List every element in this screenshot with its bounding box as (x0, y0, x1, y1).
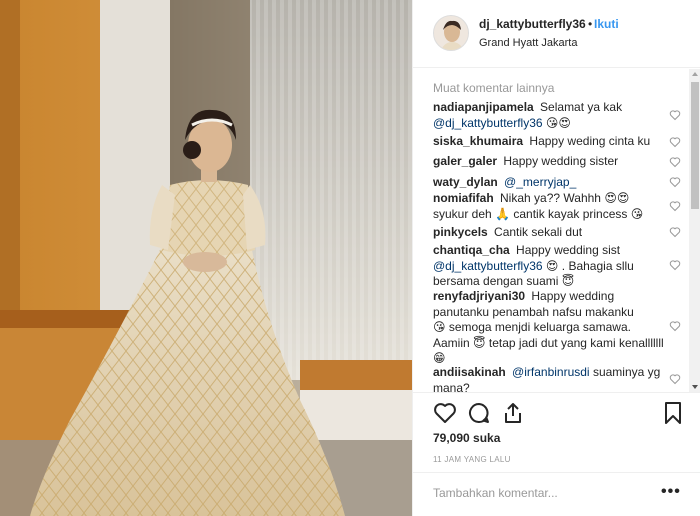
bookmark-icon[interactable] (661, 401, 685, 425)
comment-text-continued: syukur deh (433, 206, 492, 221)
comment-item: nomiafifah Nikah ya?? Wahhh 😍😍 syukur de… (433, 191, 669, 222)
comment-text-continued: tetap jadi dut yang kami kenalllllll (488, 335, 664, 350)
comment-item: chantiqa_cha Happy wedding sist @dj_katt… (433, 243, 669, 290)
comment-bubble-icon[interactable] (467, 401, 491, 425)
like-comment-heart-icon[interactable] (669, 176, 681, 188)
comment-user[interactable]: siska_khumaira (433, 134, 523, 148)
like-comment-heart-icon[interactable] (669, 136, 681, 148)
load-more-comments[interactable]: Muat komentar lainnya (433, 81, 554, 95)
comment-user[interactable]: galer_galer (433, 154, 497, 168)
avatar-image (434, 16, 468, 50)
comment-user[interactable]: chantiqa_cha (433, 243, 510, 257)
post-header: dj_kattybutterfly36 • Ikuti Grand Hyatt … (413, 0, 700, 68)
comment-user[interactable]: pinkycels (433, 225, 488, 239)
comment-text: Happy wedding sister (503, 154, 619, 168)
comment-user[interactable]: andiisakinah (433, 365, 506, 379)
share-icon[interactable] (501, 401, 525, 425)
emoji-icon: 😘 (433, 320, 446, 334)
comment-user[interactable]: nadiapanjipamela (433, 100, 534, 114)
comment-mention[interactable]: @dj_kattybutterfly36 (433, 116, 543, 130)
comment-user[interactable]: waty_dylan (433, 175, 498, 189)
like-comment-heart-icon[interactable] (669, 320, 681, 332)
like-comment-heart-icon[interactable] (669, 109, 681, 121)
comment-item: pinkycels Cantik sekali dut (433, 225, 669, 241)
comments-scrollbar[interactable] (689, 69, 700, 392)
comment-text: Cantik sekali dut (494, 225, 583, 239)
comment-user[interactable]: nomiafifah (433, 191, 494, 205)
comment-item: waty_dylan @_merryjap_ (433, 175, 669, 191)
emoji-icon: 😘 (630, 206, 644, 221)
like-comment-heart-icon[interactable] (669, 259, 681, 271)
emoji-icon: 😘😍 (545, 115, 571, 130)
avatar[interactable] (433, 15, 469, 51)
emoji-icon: 😇 (561, 274, 575, 288)
emoji-icon: 🙏 (495, 206, 510, 221)
scroll-down-arrow-icon[interactable] (692, 385, 698, 389)
follow-button[interactable]: Ikuti (594, 17, 619, 31)
comment-user[interactable]: renyfadjriyani30 (433, 289, 525, 303)
wedding-dress-photo (0, 0, 412, 516)
likes-count[interactable]: 79,090 suka (433, 431, 500, 445)
scroll-up-arrow-icon[interactable] (692, 72, 698, 76)
comment-mention[interactable]: @dj_kattybutterfly36 (433, 259, 543, 273)
comment-text: Happy weding cinta ku (529, 134, 651, 148)
comment-text: Nikah ya?? Wahhh (500, 191, 601, 205)
comment-item: renyfadjriyani30 Happy wedding panutanku… (433, 289, 669, 367)
comment-mention[interactable]: @irfanbinrusdi (512, 365, 590, 379)
comment-item: andiisakinah @irfanbinrusdi suaminya yg … (433, 365, 669, 392)
post-timestamp: 11 JAM YANG LALU (433, 455, 511, 464)
post-location[interactable]: Grand Hyatt Jakarta (479, 37, 577, 49)
emoji-icon: 😁 (433, 351, 446, 365)
like-comment-heart-icon[interactable] (669, 200, 681, 212)
comment-text-continued: cantik kayak princess (513, 206, 628, 221)
add-comment-bar: ••• (413, 472, 700, 516)
comment-item: siska_khumaira Happy weding cinta ku (433, 134, 669, 150)
like-comment-heart-icon[interactable] (669, 156, 681, 168)
like-heart-icon[interactable] (433, 401, 457, 425)
comment-text: Happy wedding sist (516, 243, 621, 257)
post-photo[interactable] (0, 0, 412, 516)
scroll-thumb[interactable] (691, 82, 699, 209)
post-sidebar: dj_kattybutterfly36 • Ikuti Grand Hyatt … (412, 0, 700, 516)
follow-separator: • (588, 17, 593, 31)
comment-item: galer_galer Happy wedding sister (433, 154, 669, 170)
emoji-icon: 😇 (473, 335, 486, 350)
post-actions: 79,090 suka 11 JAM YANG LALU (413, 392, 700, 472)
post-username[interactable]: dj_kattybutterfly36 (479, 17, 586, 31)
more-options-button[interactable]: ••• (661, 484, 681, 500)
emoji-icon: 😍😍 (604, 191, 630, 205)
comment-text: Selamat ya kak (540, 100, 623, 114)
comments-list: Muat komentar lainnya nadiapanjipamela S… (413, 69, 689, 392)
comment-mention[interactable]: @_merryjap_ (504, 175, 576, 189)
add-comment-input[interactable] (433, 486, 653, 500)
like-comment-heart-icon[interactable] (669, 226, 681, 238)
comment-item: nadiapanjipamela Selamat ya kak @dj_katt… (433, 100, 669, 131)
like-comment-heart-icon[interactable] (669, 373, 681, 385)
emoji-icon: 😍 (545, 258, 559, 273)
